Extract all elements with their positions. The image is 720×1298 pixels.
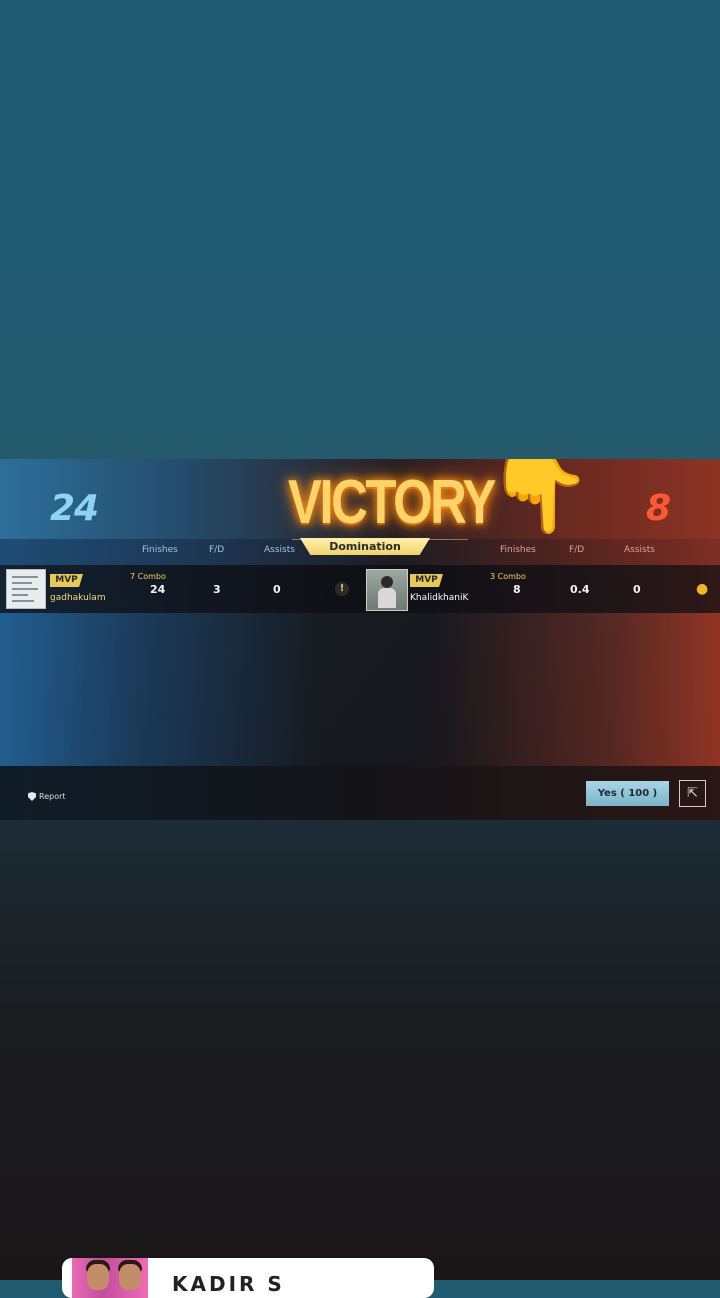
combo-left: 7 Combo [130, 572, 166, 581]
combo-right: 3 Combo [490, 572, 526, 581]
assists-right: 0 [633, 583, 641, 596]
game-mode-label: Domination [300, 538, 430, 555]
player-name-left: gadhakulam [50, 593, 106, 603]
pointing-hand-icon: 👇 [484, 459, 594, 538]
header-finishes-right: Finishes [500, 545, 536, 555]
player-stats-row [0, 565, 720, 613]
card-title: KADIR S [172, 1272, 285, 1296]
assists-left: 0 [273, 583, 281, 596]
header-fd-right: F/D [569, 545, 585, 555]
finishes-left: 24 [150, 583, 166, 596]
left-team-score: 24 [50, 488, 99, 529]
header-assists-right: Assists [624, 545, 655, 555]
like-icon[interactable]: ● [696, 581, 708, 597]
fd-left: 3 [213, 583, 221, 596]
report-label: Report [39, 792, 66, 801]
fd-right: 0.4 [570, 583, 590, 596]
alert-icon[interactable]: ! [335, 582, 349, 596]
profile-card[interactable]: KADIR S [62, 1258, 434, 1298]
yes-button[interactable]: Yes ( 100 ) [586, 781, 669, 806]
divider [428, 539, 468, 540]
victory-title: VICTORY [288, 468, 496, 537]
divider [292, 539, 302, 540]
report-button[interactable]: Report [28, 792, 66, 801]
mvp-badge-right: MVP [410, 574, 443, 587]
player-name-right: KhalidkhaniK [410, 593, 469, 603]
avatar[interactable] [6, 569, 46, 609]
right-team-score: 8 [646, 488, 672, 529]
header-assists-left: Assists [264, 545, 295, 555]
profile-thumbnail [72, 1258, 148, 1298]
avatar[interactable] [366, 569, 408, 611]
header-fd-left: F/D [209, 545, 225, 555]
finishes-right: 8 [513, 583, 521, 596]
match-result-panel: 24 VICTORY Domination 8 Finishes F/D Ass… [0, 459, 720, 820]
shield-icon [28, 792, 36, 801]
header-finishes-left: Finishes [142, 545, 178, 555]
mvp-badge-left: MVP [50, 574, 83, 587]
share-icon[interactable]: ⇱ [679, 780, 706, 807]
